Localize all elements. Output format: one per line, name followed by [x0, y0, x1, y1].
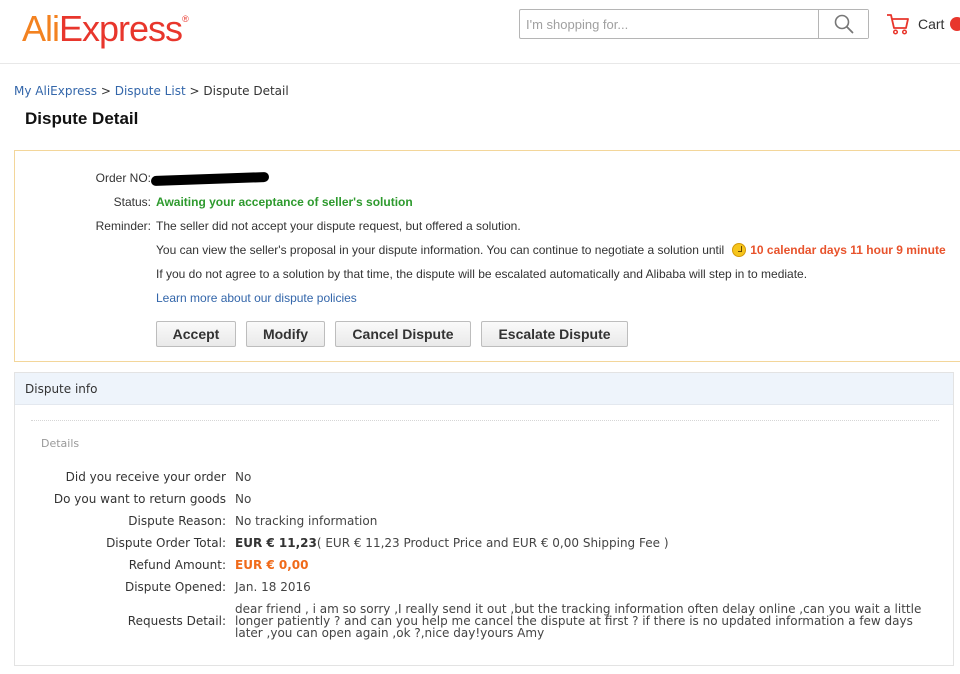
reminder-line-3: If you do not agree to a solution by tha… — [156, 267, 808, 281]
breadcrumb-dispute-list[interactable]: Dispute List — [115, 84, 186, 98]
order-total-breakdown: ( EUR € 11,23 Product Price and EUR € 0,… — [316, 536, 669, 550]
detail-label: Dispute Reason: — [128, 514, 226, 528]
detail-value: No — [235, 470, 252, 484]
reminder-line-1: The seller did not accept your dispute r… — [156, 219, 521, 233]
accept-button[interactable]: Accept — [156, 321, 236, 347]
cancel-dispute-button[interactable]: Cancel Dispute — [335, 321, 471, 347]
detail-label: Dispute Order Total: — [106, 536, 226, 550]
order-total-amount: EUR € 11,23 — [235, 536, 317, 550]
reminder-line-2-wrap: You can view the seller's proposal in yo… — [156, 241, 946, 259]
breadcrumb-my-aliexpress[interactable]: My AliExpress — [14, 84, 97, 98]
detail-label: Requests Detail: — [127, 614, 226, 628]
refund-amount: EUR € 0,00 — [235, 558, 309, 572]
dispute-policies-link[interactable]: Learn more about our dispute policies — [156, 289, 357, 307]
search-button[interactable] — [818, 10, 868, 38]
dispute-info-panel: Dispute info Details Did you receive you… — [14, 372, 954, 666]
search-icon — [834, 14, 853, 34]
status-value: Awaiting your acceptance of seller's sol… — [156, 195, 413, 209]
detail-value: No — [235, 492, 252, 506]
clock-icon — [732, 242, 747, 257]
detail-label: Refund Amount: — [128, 558, 226, 572]
dispute-info-header: Dispute info — [15, 373, 953, 405]
detail-value: EUR € 11,23( EUR € 11,23 Product Price a… — [235, 537, 669, 549]
detail-value: Jan. 18 2016 — [235, 580, 311, 594]
requests-detail-text: dear friend , i am so sorry ,I really se… — [235, 602, 922, 640]
search-input[interactable] — [520, 10, 819, 38]
logo-express: Express — [59, 8, 183, 49]
dispute-status-panel: Order NO: Status: Awaiting your acceptan… — [14, 150, 960, 362]
order-no-value — [151, 169, 269, 187]
section-divider — [31, 420, 939, 421]
detail-label: Do you want to return goods — [53, 492, 226, 506]
breadcrumb-current: Dispute Detail — [203, 84, 289, 98]
breadcrumb-separator: > — [189, 84, 200, 98]
cart-label: Cart — [918, 16, 945, 32]
site-header: AliExpress® Cart — [0, 0, 960, 64]
reminder-line-2: You can view the seller's proposal in yo… — [156, 243, 725, 257]
breadcrumb: My AliExpress > Dispute List > Dispute D… — [14, 84, 289, 98]
details-label: Details — [41, 437, 80, 450]
order-no-label: Order NO: — [95, 171, 151, 185]
detail-label: Did you receive your order — [65, 470, 226, 484]
detail-label: Dispute Opened: — [124, 580, 226, 594]
aliexpress-logo[interactable]: AliExpress® — [22, 8, 189, 50]
cart-link[interactable]: Cart — [886, 10, 960, 38]
search-bar — [519, 9, 869, 39]
deadline-countdown: 10 calendar days 11 hour 9 minute — [750, 243, 946, 257]
escalate-dispute-button[interactable]: Escalate Dispute — [481, 321, 628, 347]
logo-ali: Ali — [22, 8, 60, 49]
status-label: Status: — [113, 195, 151, 209]
logo-trademark: ® — [182, 14, 189, 24]
cart-icon — [887, 14, 909, 35]
breadcrumb-separator: > — [100, 84, 111, 98]
page-title: Dispute Detail — [25, 109, 139, 128]
cart-count-badge — [950, 17, 960, 31]
reminder-label: Reminder: — [95, 219, 151, 233]
redacted-order-number — [151, 171, 269, 186]
modify-button[interactable]: Modify — [246, 321, 325, 347]
detail-value: No tracking information — [235, 514, 378, 528]
